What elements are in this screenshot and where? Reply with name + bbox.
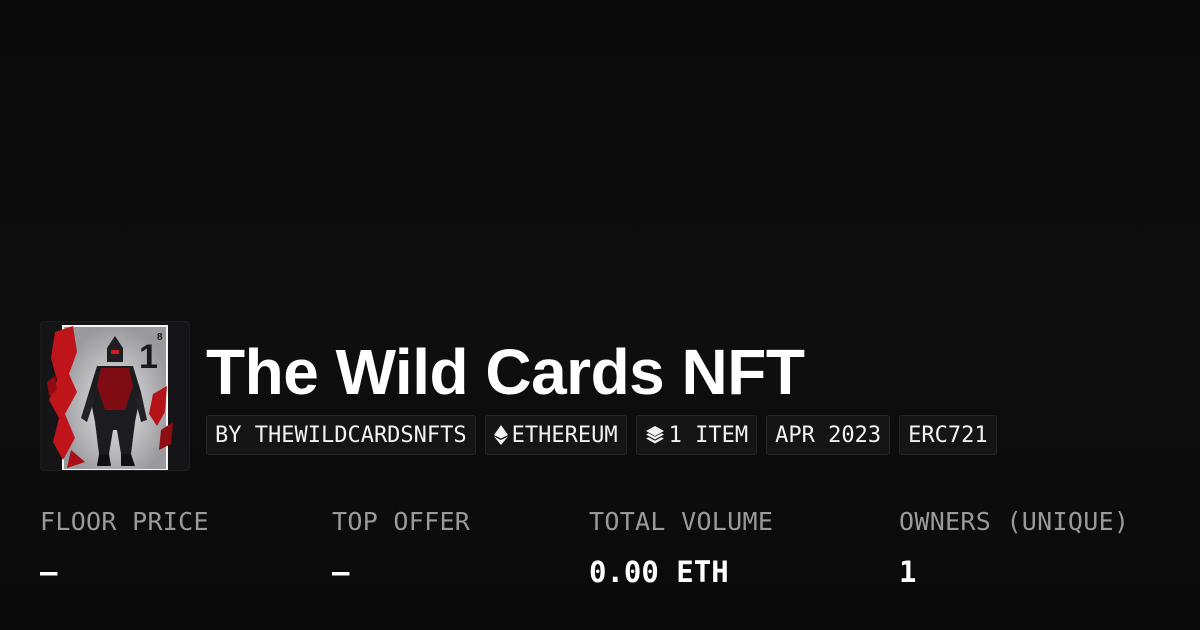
collection-thumbnail[interactable]: 1 8 xyxy=(40,321,190,471)
wild-card-knight-artwork: 1 8 xyxy=(41,322,189,470)
items-label: 1 ITEM xyxy=(668,422,749,448)
collection-meta-pills: BY THEWILDCARDSNFTS ETHEREUM 1 ITEM APR … xyxy=(206,415,997,455)
top-offer-value: – xyxy=(332,555,350,589)
creator-pill[interactable]: BY THEWILDCARDSNFTS xyxy=(206,415,476,455)
date-pill: APR 2023 xyxy=(766,415,891,455)
date-label: APR 2023 xyxy=(775,422,882,448)
chain-pill: ETHEREUM xyxy=(484,415,627,455)
chain-label: ETHEREUM xyxy=(511,422,618,448)
total-volume-value: 0.00 ETH xyxy=(589,555,729,589)
standard-pill: ERC721 xyxy=(899,415,997,455)
ethereum-icon xyxy=(493,425,508,445)
total-volume-label: TOTAL VOLUME xyxy=(589,507,774,536)
svg-text:8: 8 xyxy=(157,332,163,343)
owners-value: 1 xyxy=(899,555,917,589)
svg-text:1: 1 xyxy=(139,338,158,376)
creator-label: BY THEWILDCARDSNFTS xyxy=(215,422,467,448)
floor-price-label: FLOOR PRICE xyxy=(40,507,209,536)
layers-icon xyxy=(645,425,665,445)
items-pill: 1 ITEM xyxy=(635,415,758,455)
collection-title: The Wild Cards NFT xyxy=(206,336,805,408)
owners-label: OWNERS (UNIQUE) xyxy=(899,507,1130,536)
standard-label: ERC721 xyxy=(908,422,988,448)
top-offer-label: TOP OFFER xyxy=(332,507,471,536)
floor-price-value: – xyxy=(40,555,58,589)
